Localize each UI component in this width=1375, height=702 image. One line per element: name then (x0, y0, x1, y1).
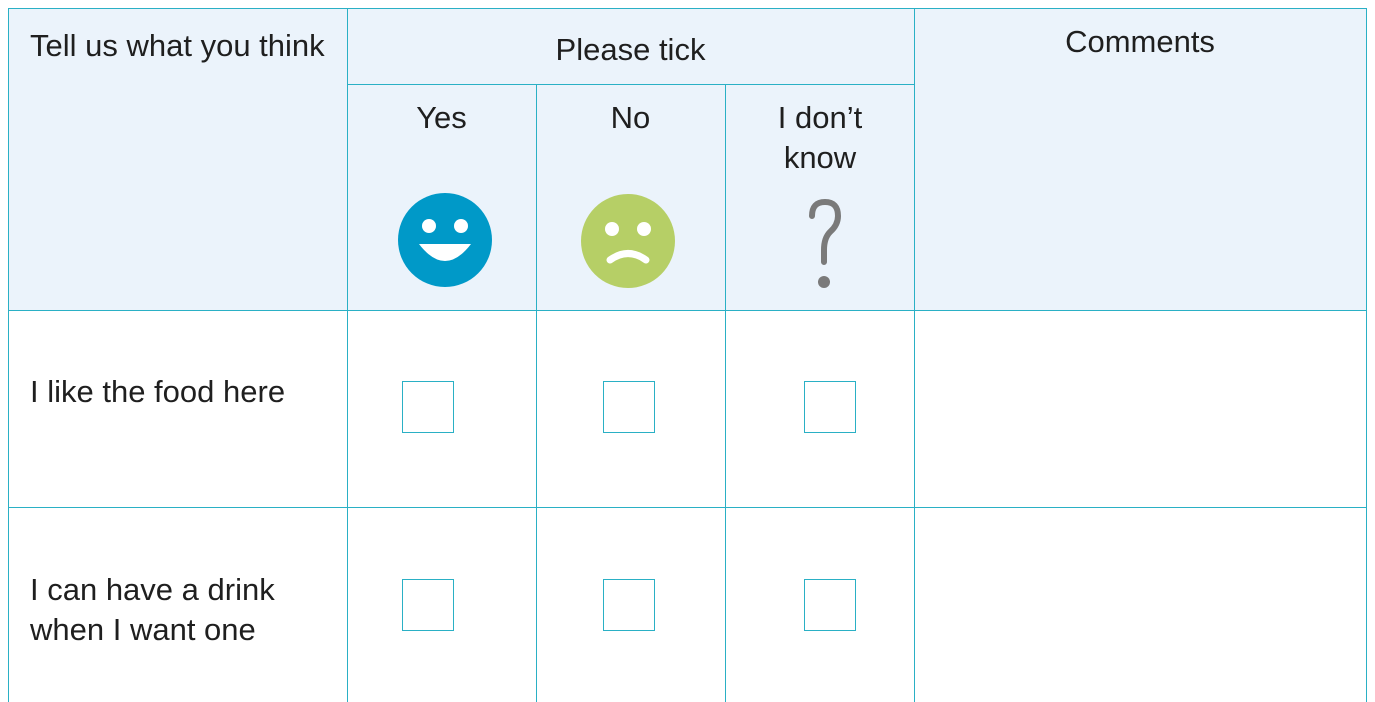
table-right-border (1366, 8, 1367, 702)
checkbox-food-no[interactable] (603, 381, 655, 433)
column-divider-2 (536, 84, 537, 702)
comment-field-food[interactable] (915, 311, 1366, 507)
option-label-no: No (610, 100, 651, 135)
option-label-dont-know: I don’t know (777, 100, 863, 175)
option-label-yes: Yes (416, 100, 467, 135)
column-heading-please-tick: Please tick (555, 32, 706, 67)
please-tick-divider (347, 84, 914, 85)
statement-drink: I can have a drink when I want one (30, 572, 275, 647)
table-left-border (8, 8, 9, 702)
column-heading-comments: Comments (1065, 24, 1215, 59)
question-mark-icon (809, 198, 842, 288)
happy-face-icon (398, 193, 492, 287)
statement-food: I like the food here (30, 374, 286, 409)
checkbox-food-yes[interactable] (402, 381, 454, 433)
checkbox-drink-yes[interactable] (402, 579, 454, 631)
checkbox-drink-dont-know[interactable] (804, 579, 856, 631)
column-heading-statement: Tell us what you think (30, 28, 325, 63)
comment-field-drink[interactable] (915, 508, 1366, 702)
sad-face-icon (581, 194, 675, 288)
table-top-border (8, 8, 1366, 9)
checkbox-drink-no[interactable] (603, 579, 655, 631)
checkbox-food-dont-know[interactable] (804, 381, 856, 433)
feedback-table: Tell us what you think Please tick Comme… (0, 0, 1375, 702)
column-divider-3 (725, 84, 726, 702)
